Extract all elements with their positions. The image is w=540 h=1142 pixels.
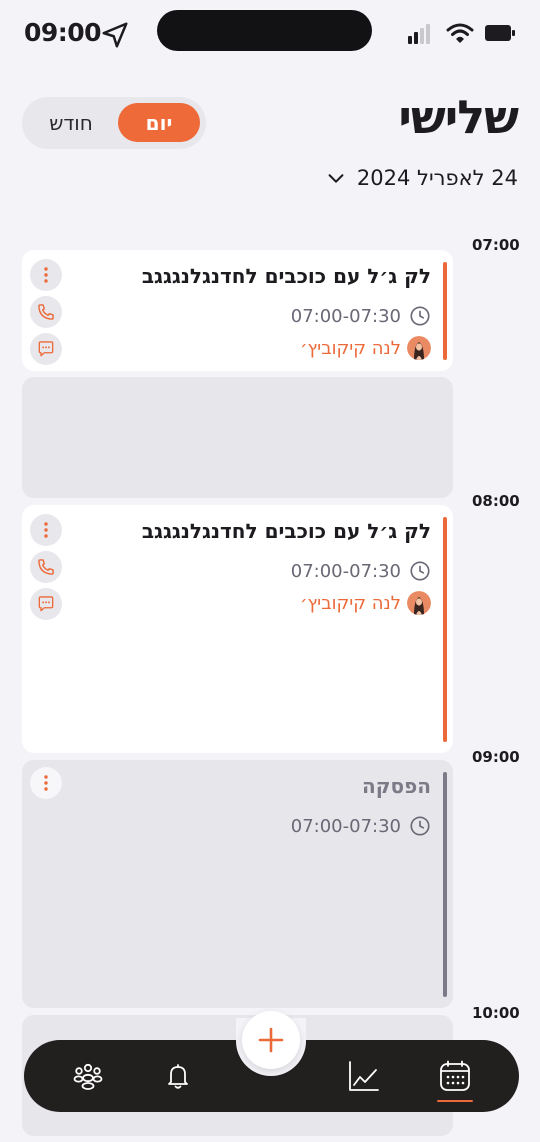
toggle-day-button[interactable]: יום: [118, 103, 200, 142]
break-time: 07:00-07:30: [291, 815, 431, 837]
call-button[interactable]: [30, 551, 62, 583]
appointment-card[interactable]: לק ג׳ל עם כוכבים לחדנגלנגגגב 07:00-07:30…: [22, 505, 453, 753]
nav-clients[interactable]: [58, 1040, 118, 1112]
appointment-client[interactable]: לנה קיקוביץ׳: [300, 336, 431, 360]
nav-calendar[interactable]: [425, 1040, 485, 1112]
break-card[interactable]: הפסקה 07:00-07:30: [22, 760, 453, 1008]
hour-label: 10:00: [472, 1004, 520, 1022]
chat-icon: [38, 596, 54, 612]
chevron-down-icon: [328, 174, 344, 183]
more-vertical-icon: [44, 267, 48, 283]
clock-icon: [410, 816, 430, 836]
appointment-color-bar: [443, 517, 447, 742]
nav-notifications[interactable]: [148, 1040, 208, 1112]
phone-icon: [38, 304, 54, 320]
hour-label: 09:00: [472, 748, 520, 766]
status-bar: 09:00: [0, 0, 540, 70]
message-button[interactable]: [30, 333, 62, 365]
more-options-button[interactable]: [30, 767, 62, 799]
appointment-client[interactable]: לנה קיקוביץ׳: [300, 591, 431, 615]
appointment-color-bar: [443, 262, 447, 360]
more-options-button[interactable]: [30, 514, 62, 546]
active-tab-indicator: [437, 1100, 473, 1102]
bell-icon: [168, 1064, 188, 1089]
signal-icon: [408, 24, 430, 44]
chat-icon: [38, 341, 54, 357]
toggle-month-button[interactable]: חודש: [30, 103, 112, 142]
more-options-button[interactable]: [30, 259, 62, 291]
more-vertical-icon: [44, 522, 48, 538]
call-button[interactable]: [30, 296, 62, 328]
plus-icon: [258, 1027, 284, 1053]
view-toggle: חודש יום: [22, 97, 206, 149]
appointment-title: לק ג׳ל עם כוכבים לחדנגלנגגגב: [141, 519, 431, 543]
page-title: שלישי: [398, 90, 519, 144]
appointment-time: 07:00-07:30: [291, 560, 431, 582]
client-name: לנה קיקוביץ׳: [299, 337, 401, 359]
location-icon: [102, 22, 128, 48]
calendar-icon: [440, 1060, 470, 1091]
status-time: 09:00: [24, 18, 102, 47]
more-vertical-icon: [44, 775, 48, 791]
client-name: לנה קיקוביץ׳: [299, 592, 401, 614]
clock-icon: [410, 306, 430, 326]
date-label: 24 לאפריל 2024: [356, 166, 518, 190]
avatar: [407, 591, 431, 615]
avatar: [407, 336, 431, 360]
appointment-card[interactable]: לק ג׳ל עם כוכבים לחדנגלנגגגב 07:00-07:30…: [22, 250, 453, 371]
battery-icon: [485, 25, 515, 41]
appointment-title: לק ג׳ל עם כוכבים לחדנגלנגגגב: [141, 264, 431, 288]
message-button[interactable]: [30, 588, 62, 620]
chart-line-icon: [349, 1061, 379, 1091]
appointment-time-text: 07:00-07:30: [290, 305, 401, 327]
hour-label: 08:00: [472, 492, 520, 510]
appointment-time-text: 07:00-07:30: [290, 560, 401, 582]
break-title: הפסקה: [362, 774, 431, 798]
empty-time-slot[interactable]: [22, 377, 453, 498]
camera-notch: [157, 10, 372, 51]
appointment-time: 07:00-07:30: [291, 305, 431, 327]
add-button[interactable]: [242, 1011, 300, 1069]
date-selector[interactable]: 24 לאפריל 2024: [325, 163, 518, 193]
phone-icon: [38, 559, 54, 575]
hour-label: 07:00: [472, 236, 520, 254]
nav-statistics[interactable]: [334, 1040, 394, 1112]
clock-icon: [410, 561, 430, 581]
people-icon: [73, 1063, 103, 1090]
break-color-bar: [443, 772, 447, 997]
wifi-icon: [446, 23, 474, 43]
break-time-text: 07:00-07:30: [290, 815, 401, 837]
